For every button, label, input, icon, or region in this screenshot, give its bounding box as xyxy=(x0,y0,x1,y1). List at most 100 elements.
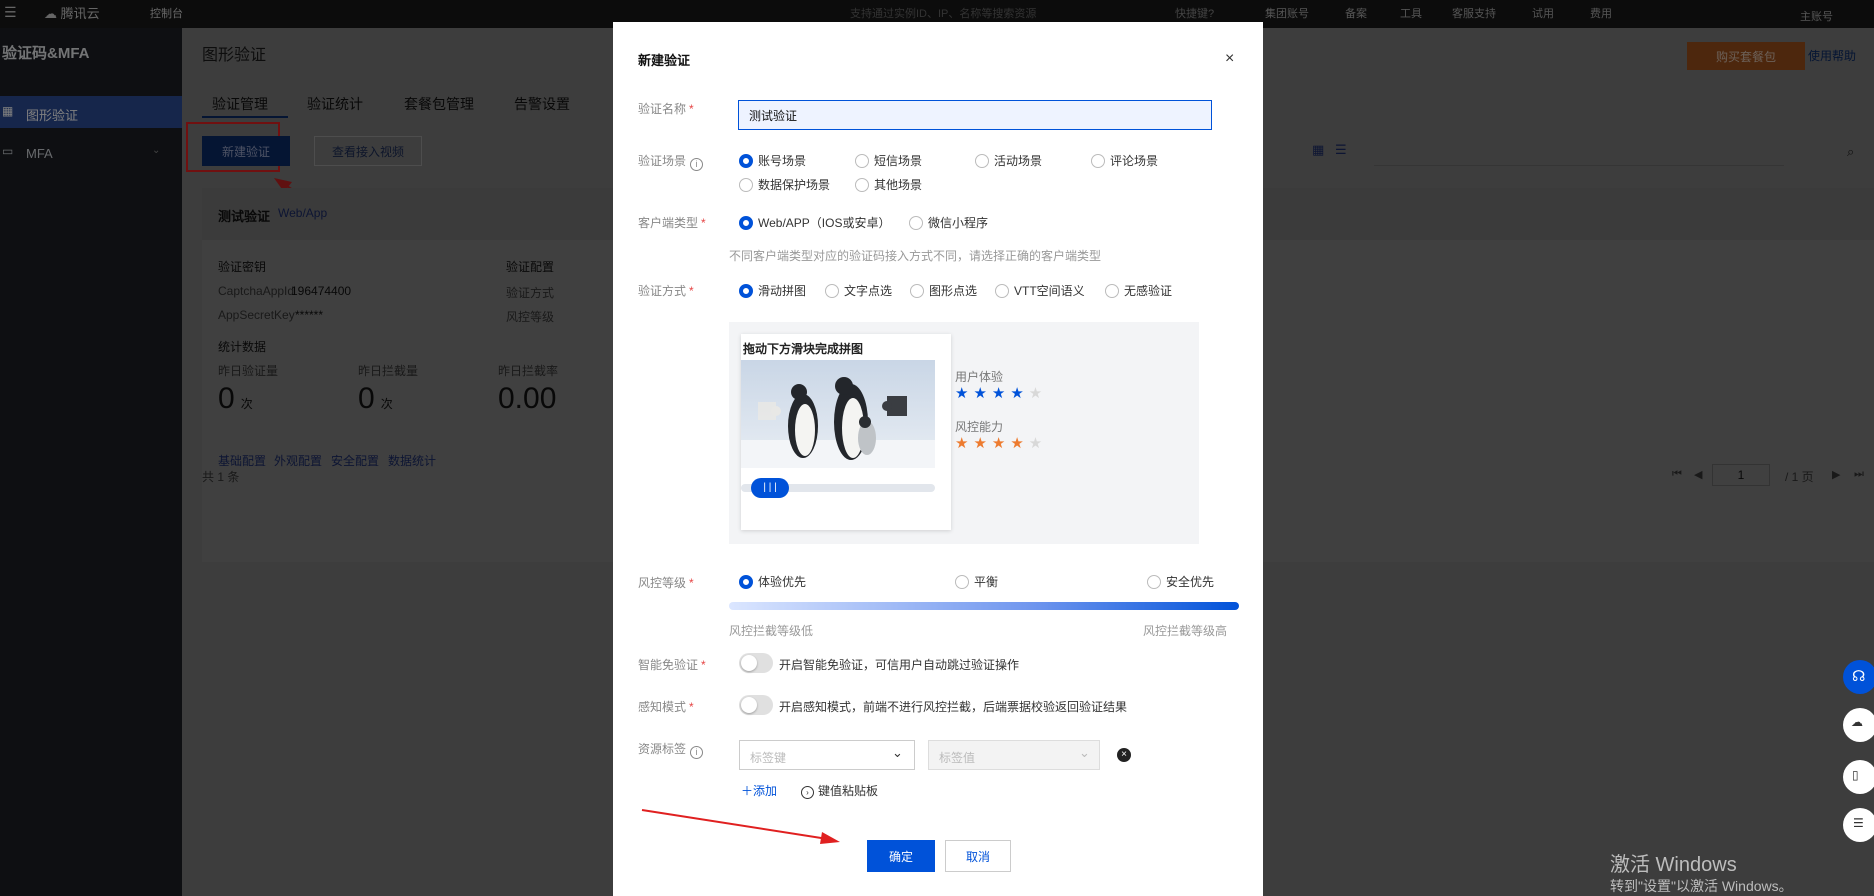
new-captcha-dialog: 新建验证 × 验证名称* 验证场景i 账号场景 短信场景 活动场景 评论场景 数… xyxy=(613,22,1263,896)
method-label: 验证方式 * xyxy=(638,284,694,298)
radio-method-text[interactable]: 文字点选 xyxy=(825,282,892,299)
radio-label: 无感验证 xyxy=(1124,284,1173,298)
radio-method-invisible[interactable]: 无感验证 xyxy=(1105,282,1172,299)
method-preview-panel: 拖动下方滑块完成拼图 | | | 用户体验 ★★★★★ 风控能力 ★★★★★ xyxy=(729,322,1199,544)
radio-risk-balance[interactable]: 平衡 xyxy=(955,573,998,590)
label-text: 智能免验证 xyxy=(638,658,699,672)
label-text: 资源标签 xyxy=(638,742,687,756)
smart-toggle[interactable] xyxy=(739,653,773,673)
label-text: 客户端类型 xyxy=(638,216,699,230)
radio-risk-experience[interactable]: 体验优先 xyxy=(739,573,806,590)
activation-watermark-title: 激活 Windows xyxy=(1610,854,1737,876)
star-icon: ★★★★ xyxy=(955,385,1029,402)
float-tool[interactable]: ▯ xyxy=(1843,760,1874,794)
radio-risk-security[interactable]: 安全优先 xyxy=(1147,573,1214,590)
radio-label: 数据保护场景 xyxy=(758,178,831,192)
scene-label: 验证场景 i xyxy=(638,152,704,171)
label-text: 验证名称 xyxy=(638,102,687,116)
radio-method-slide[interactable]: 滑动拼图 xyxy=(739,282,806,299)
support-float-button[interactable]: ☊ xyxy=(1843,660,1874,694)
radio-label: 图形点选 xyxy=(929,284,978,298)
close-icon[interactable]: × xyxy=(1225,50,1234,68)
radio-circle xyxy=(739,177,753,192)
captcha-preview: 拖动下方滑块完成拼图 | | | xyxy=(741,334,951,530)
radio-label: Web/APP（IOS或安卓） xyxy=(758,216,891,230)
radio-circle xyxy=(739,283,753,298)
radio-scene-comment[interactable]: 评论场景 xyxy=(1091,152,1158,169)
client-hint: 不同客户端类型对应的验证码接入方式不同，请选择正确的客户端类型 xyxy=(729,249,1102,263)
dialog-title: 新建验证 xyxy=(638,53,691,68)
confirm-button[interactable]: 确定 xyxy=(867,840,935,872)
radio-scene-activity[interactable]: 活动场景 xyxy=(975,152,1042,169)
paste-board-link[interactable]: › 键值粘贴板 xyxy=(801,782,878,799)
name-label: 验证名称 * xyxy=(638,102,694,116)
float-tool[interactable]: ☰ xyxy=(1843,808,1874,842)
radio-circle xyxy=(955,574,969,589)
cloud-icon: ☁ xyxy=(1851,715,1863,729)
radio-method-image[interactable]: 图形点选 xyxy=(910,282,977,299)
activation-watermark-text: 转到"设置"以激活 Windows。 xyxy=(1610,878,1793,894)
risk-label: 风控等级 * xyxy=(638,576,694,590)
radio-label: 平衡 xyxy=(974,575,999,589)
tag-key-select[interactable]: 标签键 ⌄ xyxy=(739,740,915,770)
captcha-name-input[interactable] xyxy=(738,100,1212,130)
ux-label: 用户体验 xyxy=(955,370,1004,384)
sense-toggle[interactable] xyxy=(739,695,773,715)
radio-label: VTT空间语义 xyxy=(1014,284,1085,298)
radio-scene-data[interactable]: 数据保护场景 xyxy=(739,176,830,193)
ux-rating: ★★★★★ xyxy=(955,384,1047,402)
placeholder: 标签键 xyxy=(750,751,787,765)
plus-icon: ＋ xyxy=(741,784,754,798)
radio-label: 评论场景 xyxy=(1110,154,1159,168)
radio-circle xyxy=(1147,574,1161,589)
add-tag-link[interactable]: ＋添加 xyxy=(741,782,777,799)
radio-scene-account[interactable]: 账号场景 xyxy=(739,152,806,169)
label-text: 感知模式 xyxy=(638,700,687,714)
radio-scene-sms[interactable]: 短信场景 xyxy=(855,152,922,169)
radio-circle xyxy=(855,177,869,192)
sense-text: 开启感知模式，前端不进行风控拦截，后端票据校验返回验证结果 xyxy=(779,700,1128,714)
book-icon: ▯ xyxy=(1852,768,1859,782)
radio-label: 体验优先 xyxy=(758,575,807,589)
risk-ability-label: 风控能力 xyxy=(955,420,1004,434)
smart-text: 开启智能免验证，可信用户自动跳过验证操作 xyxy=(779,658,1020,672)
radio-circle xyxy=(855,153,869,168)
sense-label: 感知模式 * xyxy=(638,700,694,714)
radio-client-web[interactable]: Web/APP（IOS或安卓） xyxy=(739,214,890,231)
radio-circle xyxy=(739,153,753,168)
radio-label: 活动场景 xyxy=(994,154,1043,168)
radio-circle xyxy=(975,153,989,168)
radio-client-miniprogram[interactable]: 微信小程序 xyxy=(909,214,988,231)
info-icon[interactable]: i xyxy=(690,158,704,171)
float-tool[interactable]: ☁ xyxy=(1843,708,1874,742)
arrow-right-icon: › xyxy=(801,786,814,799)
radio-circle xyxy=(739,574,753,589)
preview-title: 拖动下方滑块完成拼图 xyxy=(743,342,864,356)
remove-tag-icon[interactable]: × xyxy=(1117,748,1131,762)
radio-label: 账号场景 xyxy=(758,154,807,168)
cancel-button[interactable]: 取消 xyxy=(945,840,1011,872)
star-icon: ★★★★ xyxy=(955,435,1029,452)
tag-label: 资源标签 i xyxy=(638,740,704,759)
placeholder: 标签值 xyxy=(939,751,976,765)
puzzle-image xyxy=(741,360,935,468)
risk-rating: ★★★★★ xyxy=(955,434,1047,452)
radio-circle xyxy=(995,283,1009,298)
tag-value-select[interactable]: 标签值 ⌄ xyxy=(928,740,1100,770)
label-text: 验证方式 xyxy=(638,284,687,298)
radio-circle xyxy=(1091,153,1105,168)
radio-label: 其他场景 xyxy=(874,178,923,192)
radio-scene-other[interactable]: 其他场景 xyxy=(855,176,922,193)
annotation-arrow xyxy=(641,809,840,844)
radio-circle xyxy=(1105,283,1119,298)
star-icon: ★ xyxy=(1028,435,1048,452)
risk-level-bar xyxy=(729,602,1239,610)
slider-handle[interactable]: | | | xyxy=(751,478,789,498)
client-label: 客户端类型 * xyxy=(638,216,706,230)
radio-circle xyxy=(910,283,924,298)
radio-method-vtt[interactable]: VTT空间语义 xyxy=(995,282,1085,299)
chevron-down-icon: ⌄ xyxy=(892,745,903,760)
info-icon[interactable]: i xyxy=(690,746,704,759)
link-label: 键值粘贴板 xyxy=(818,784,879,798)
chevron-down-icon: ⌄ xyxy=(1079,745,1090,760)
